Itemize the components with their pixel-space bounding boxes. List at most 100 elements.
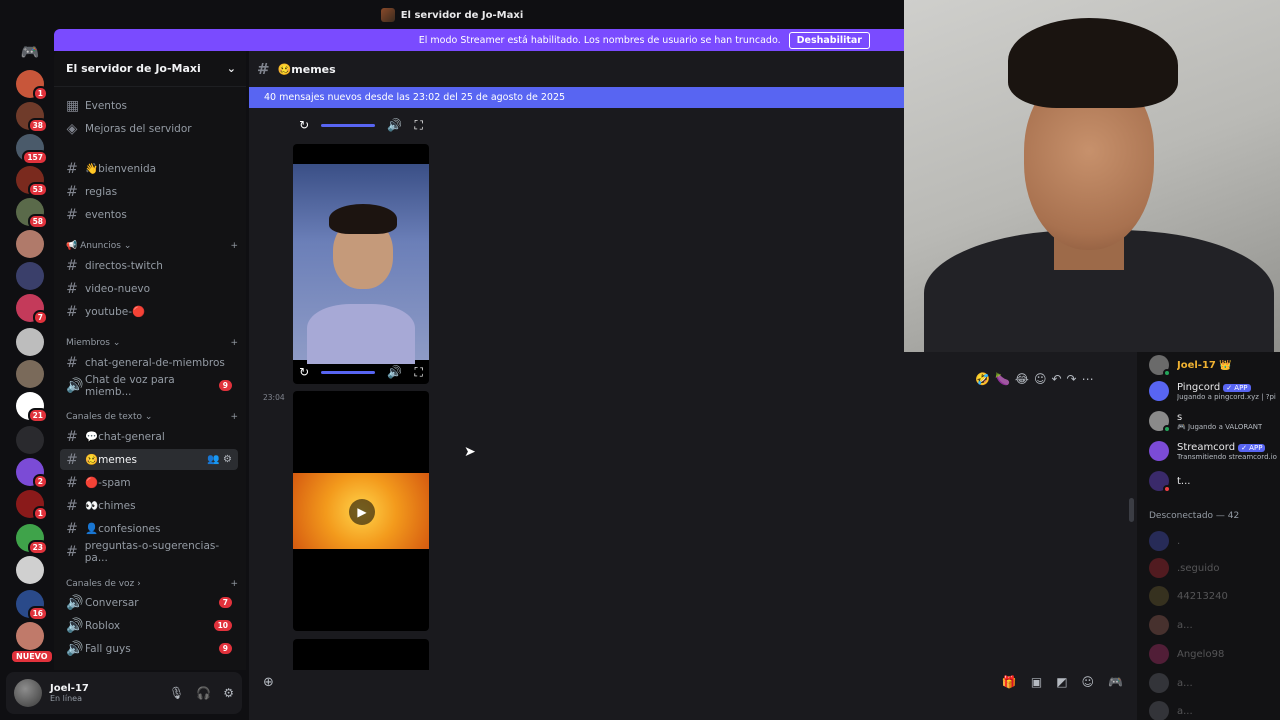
fullscreen-icon[interactable]: ⛶ <box>415 365 423 380</box>
speaker-icon: 🔊 <box>66 594 84 611</box>
replay-icon[interactable]: ↻ <box>299 118 309 132</box>
voice-channel-fall-guys[interactable]: 🔊 Fall guys 9 <box>60 638 238 659</box>
boost-icon: ◈ <box>66 120 78 137</box>
speaker-icon: 🔊 <box>66 617 84 634</box>
channel-youtube[interactable]: # youtube-🔴 <box>60 301 238 322</box>
server-icon[interactable] <box>16 262 44 290</box>
voice-channel-roblox[interactable]: 🔊 Roblox 10 <box>60 615 238 636</box>
server-icon[interactable]: 1 <box>16 490 48 521</box>
channel-memes[interactable]: # 🥴memes 👥 ⚙ <box>60 449 238 470</box>
channel-preguntas[interactable]: # preguntas-o-sugerencias-pa... <box>60 540 238 564</box>
server-icon[interactable]: 53 <box>16 166 48 197</box>
add-channel-icon[interactable]: + <box>230 241 238 251</box>
member-item[interactable]: Streamcord ✓ APP Transmitiendo streamcord… <box>1149 438 1280 464</box>
channel-reglas[interactable]: # reglas <box>60 181 238 202</box>
server-icon[interactable] <box>16 426 44 454</box>
scrollbar[interactable] <box>1129 498 1134 522</box>
channel-confesiones[interactable]: # 👤confesiones <box>60 518 238 539</box>
microphone-icon[interactable]: 🎙 <box>169 686 184 700</box>
voice-channel-miembros[interactable]: 🔊 Chat de voz para miemb... 9 <box>60 374 238 398</box>
video-attachment[interactable]: ▶ <box>293 391 429 631</box>
channel-chimes[interactable]: # 👀chimes <box>60 495 238 516</box>
channel-video-nuevo[interactable]: # video-nuevo <box>60 278 238 299</box>
category-miembros[interactable]: Miembros ⌄ + <box>66 338 238 348</box>
webcam-overlay <box>904 0 1280 352</box>
reply-icon[interactable]: ↶ <box>1051 372 1061 386</box>
reaction-eggplant-icon[interactable]: 🍆 <box>995 372 1010 386</box>
server-boosts-item[interactable]: ◈ Mejoras del servidor <box>60 118 238 139</box>
volume-slider[interactable] <box>321 123 376 127</box>
gear-icon[interactable]: ⚙ <box>223 686 234 700</box>
category-canales-texto[interactable]: Canales de texto ⌄ + <box>66 412 238 422</box>
add-attachment-icon[interactable]: ⊕ <box>263 675 274 690</box>
channel-chat-general-miembros[interactable]: # chat-general-de-miembros <box>60 352 238 373</box>
disable-streamer-button[interactable]: Deshabilitar <box>788 31 870 49</box>
gif-icon[interactable]: ▣ <box>1031 675 1042 689</box>
invite-settings-icon[interactable]: 👥 ⚙ <box>207 454 232 465</box>
add-channel-icon[interactable]: + <box>230 412 238 422</box>
emoji-icon[interactable]: ☺ <box>1082 675 1095 689</box>
category-label: 📢 Anuncios <box>66 241 121 251</box>
video-attachment[interactable] <box>293 639 429 670</box>
channel-spam[interactable]: # 🔴-spam <box>60 472 238 493</box>
forward-icon[interactable]: ↷ <box>1067 372 1077 386</box>
server-icon[interactable]: 1 <box>16 70 48 101</box>
channel-bienvenida[interactable]: # 👋bienvenida <box>60 158 238 179</box>
add-reaction-icon[interactable]: ☺ <box>1034 372 1047 386</box>
server-header[interactable]: El servidor de Jo-Maxi ⌄ <box>54 51 246 87</box>
member-item[interactable]: a... <box>1149 698 1280 720</box>
reaction-laugh-icon[interactable]: 🤣 <box>975 372 990 386</box>
member-item[interactable]: s 🎮 Jugando a VALORANT <box>1149 408 1280 434</box>
video-attachment[interactable] <box>293 144 429 384</box>
server-icon[interactable] <box>16 328 44 356</box>
reaction-grin-icon[interactable]: 😂 <box>1015 372 1029 386</box>
member-item[interactable]: Pingcord ✓ APP Jugando a pingcord.xyz | ?… <box>1149 378 1280 404</box>
server-icon[interactable]: 16 <box>16 590 48 621</box>
server-icon[interactable] <box>16 230 44 258</box>
headphones-icon[interactable]: 🎧 <box>196 686 211 700</box>
server-icon[interactable]: 7 <box>16 294 48 325</box>
server-icon[interactable]: 21 <box>16 392 48 423</box>
add-channel-icon[interactable]: + <box>230 579 238 589</box>
new-messages-text: 40 mensajes nuevos desde las 23:02 del 2… <box>264 92 566 103</box>
replay-icon[interactable]: ↻ <box>299 365 309 379</box>
member-item[interactable]: . <box>1149 528 1280 554</box>
server-icon[interactable]: 2 <box>16 458 48 489</box>
member-item[interactable]: Angelo98 <box>1149 641 1280 667</box>
category-canales-voz[interactable]: Canales de voz › + <box>66 579 238 589</box>
gift-icon[interactable]: 🎁 <box>1002 675 1017 689</box>
category-anuncios[interactable]: 📢 Anuncios ⌄ + <box>66 241 238 251</box>
volume-slider[interactable] <box>321 370 376 374</box>
play-icon[interactable]: ▶ <box>349 499 375 525</box>
fullscreen-icon[interactable]: ⛶ <box>415 118 423 133</box>
more-icon[interactable]: ⋯ <box>1082 372 1094 386</box>
new-messages-bar[interactable]: 40 mensajes nuevos desde las 23:02 del 2… <box>249 87 904 108</box>
server-icon[interactable] <box>16 556 44 584</box>
discord-home-icon[interactable]: 🎮 <box>16 38 44 66</box>
avatar[interactable] <box>14 679 42 707</box>
member-item[interactable]: .seguido <box>1149 555 1280 581</box>
server-icon[interactable]: 157 <box>16 134 48 165</box>
voice-channel-conversar[interactable]: 🔊 Conversar 7 <box>60 592 238 613</box>
member-item[interactable]: a... <box>1149 670 1280 696</box>
activities-icon[interactable]: 🎮 <box>1108 675 1123 689</box>
message-input[interactable]: ⊕ 🎁 ▣ ◩ ☺ 🎮 <box>253 670 1133 694</box>
channel-chat-general[interactable]: # 💬chat-general <box>60 426 238 447</box>
server-icon[interactable]: 38 <box>16 102 48 133</box>
speaker-icon: 🔊 <box>66 640 84 657</box>
server-icon[interactable] <box>16 622 44 650</box>
events-item[interactable]: ▦ Eventos <box>60 95 238 116</box>
member-item[interactable]: Joel-17 👑 <box>1149 352 1280 378</box>
channel-directos-twitch[interactable]: # directos-twitch <box>60 255 238 276</box>
server-icon[interactable]: 58 <box>16 198 48 229</box>
member-item[interactable]: a... <box>1149 612 1280 638</box>
server-icon[interactable] <box>16 360 44 388</box>
sticker-icon[interactable]: ◩ <box>1056 675 1067 689</box>
volume-icon[interactable]: 🔊 <box>387 365 402 379</box>
volume-icon[interactable]: 🔊 <box>387 118 402 132</box>
member-item[interactable]: t... <box>1149 468 1280 494</box>
member-item[interactable]: 44213240 <box>1149 583 1280 609</box>
add-channel-icon[interactable]: + <box>230 338 238 348</box>
channel-eventos[interactable]: # eventos <box>60 204 238 225</box>
server-icon[interactable]: 23 <box>16 524 48 555</box>
